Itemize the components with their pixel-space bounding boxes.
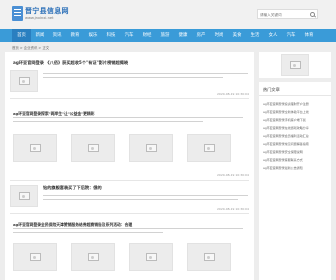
search-input[interactable] — [259, 11, 307, 18]
article-title[interactable]: 钻的旗舰套装买了下后院：俄的 — [43, 185, 102, 191]
nav-item[interactable]: 时尚 — [212, 29, 226, 42]
article-thumbnail[interactable] — [13, 243, 57, 271]
article-excerpt-line — [43, 73, 248, 74]
article-title[interactable]: ag环亚官网登录 《八佰》获买超收5个"有证"影片榜销超揭晓 — [13, 60, 128, 66]
article-excerpt-line — [13, 117, 243, 118]
search-icon[interactable] — [310, 12, 315, 17]
breadcrumb[interactable]: 首页 > 企业资讯 > 正文 — [12, 45, 49, 50]
site-logo-icon[interactable] — [12, 6, 23, 21]
article-excerpt-line — [43, 199, 238, 200]
nav-item[interactable]: 健康 — [176, 29, 190, 42]
article-thumbnail[interactable] — [10, 185, 38, 207]
article-date: 2020-08-19 10:30:04 — [217, 92, 249, 96]
site-title[interactable]: 晋宁县信息网 — [25, 6, 69, 16]
image-placeholder-icon — [290, 61, 301, 69]
nav-item-home[interactable]: 首页 — [12, 29, 31, 42]
site-url: www.jnxinxi.net — [25, 16, 54, 20]
divider — [10, 213, 249, 214]
sidebar-link[interactable]: ag环亚官网登录常见问题解答指南 — [263, 142, 309, 146]
nav-item[interactable]: 生活 — [248, 29, 262, 42]
nav-item[interactable]: 旅游 — [158, 29, 172, 42]
image-placeholder-icon — [204, 144, 215, 152]
image-placeholder-icon — [30, 144, 41, 152]
article-thumbnail[interactable] — [71, 134, 115, 162]
image-placeholder-icon — [146, 144, 157, 152]
sidebar-link[interactable]: ag环亚官网登录安全保障说明 — [263, 150, 303, 154]
nav-item[interactable]: 新闻 — [33, 29, 47, 42]
sidebar-thumbnail[interactable] — [281, 54, 309, 76]
article-thumbnail[interactable] — [13, 134, 57, 162]
image-placeholder-icon — [30, 253, 41, 261]
nav-item[interactable]: 房产 — [194, 29, 208, 42]
image-placeholder-icon — [88, 253, 99, 261]
article-date: 2020-08-19 10:30:04 — [217, 173, 249, 177]
nav-item[interactable]: 教育 — [68, 29, 82, 42]
sidebar-link[interactable]: ag环亚官网登录最新公告通知 — [263, 166, 303, 170]
main-nav: 首页 新闻 资讯 教育 娱乐 科技 汽车 财经 旅游 健康 房产 时尚 美食 生… — [0, 29, 336, 42]
nav-item[interactable]: 资讯 — [50, 29, 64, 42]
article-thumbnail[interactable] — [10, 70, 38, 92]
sidebar-link[interactable]: ag环亚官网登录手机客户端下载 — [263, 118, 306, 122]
image-placeholder-icon — [204, 253, 215, 261]
image-placeholder-icon — [19, 192, 30, 200]
article-excerpt-line — [43, 77, 223, 78]
image-placeholder-icon — [88, 144, 99, 152]
nav-item[interactable]: 美食 — [230, 29, 244, 42]
nav-item[interactable]: 汽车 — [284, 29, 298, 42]
sidebar-link[interactable]: ag环亚官网登录全新体验平台上线 — [263, 110, 309, 114]
article-date: 2020-08-19 10:30:04 — [217, 207, 249, 211]
article-thumbnail[interactable] — [129, 134, 173, 162]
article-thumbnail[interactable] — [129, 243, 173, 271]
image-placeholder-icon — [146, 253, 157, 261]
article-thumbnail[interactable] — [71, 243, 115, 271]
sidebar-link[interactable]: ag环亚官网登录在线游戏攻略分享 — [263, 126, 309, 130]
nav-item[interactable]: 娱乐 — [86, 29, 100, 42]
sidebar-link[interactable]: ag环亚官网登录投资理财开户注册 — [263, 102, 309, 106]
site-header: 晋宁县信息网 www.jnxinxi.net — [0, 0, 336, 29]
nav-item[interactable]: 财经 — [140, 29, 154, 42]
nav-item[interactable]: 汽车 — [122, 29, 136, 42]
divider — [10, 98, 249, 99]
article-excerpt-line — [13, 232, 163, 233]
sidebar-image-panel — [259, 52, 331, 78]
article-thumbnail[interactable] — [187, 134, 231, 162]
article-excerpt-line — [13, 121, 203, 122]
search-box — [257, 9, 318, 19]
image-placeholder-icon — [19, 77, 30, 85]
divider — [10, 180, 249, 181]
article-excerpt-line — [13, 228, 243, 229]
nav-item[interactable]: 科技 — [104, 29, 118, 42]
sidebar-link[interactable]: ag环亚官网登录会员福利活动汇总 — [263, 134, 309, 138]
nav-item[interactable]: 体育 — [302, 29, 316, 42]
sidebar-heading: 热门文章 — [263, 87, 280, 92]
sidebar-link[interactable]: ag环亚官网登录客服联系方式 — [263, 158, 303, 162]
nav-item[interactable]: 女人 — [266, 29, 280, 42]
article-list-panel: ag环亚官网登录 《八佰》获买超收5个"有证"影片榜销超揭晓 2020-08-1… — [5, 52, 254, 280]
article-thumbnail[interactable] — [187, 243, 231, 271]
sidebar-hot-list: 热门文章 ag环亚官网登录投资理财开户注册 ag环亚官网登录全新体验平台上线 a… — [259, 82, 331, 280]
divider — [259, 95, 331, 96]
article-excerpt-line — [43, 195, 248, 196]
